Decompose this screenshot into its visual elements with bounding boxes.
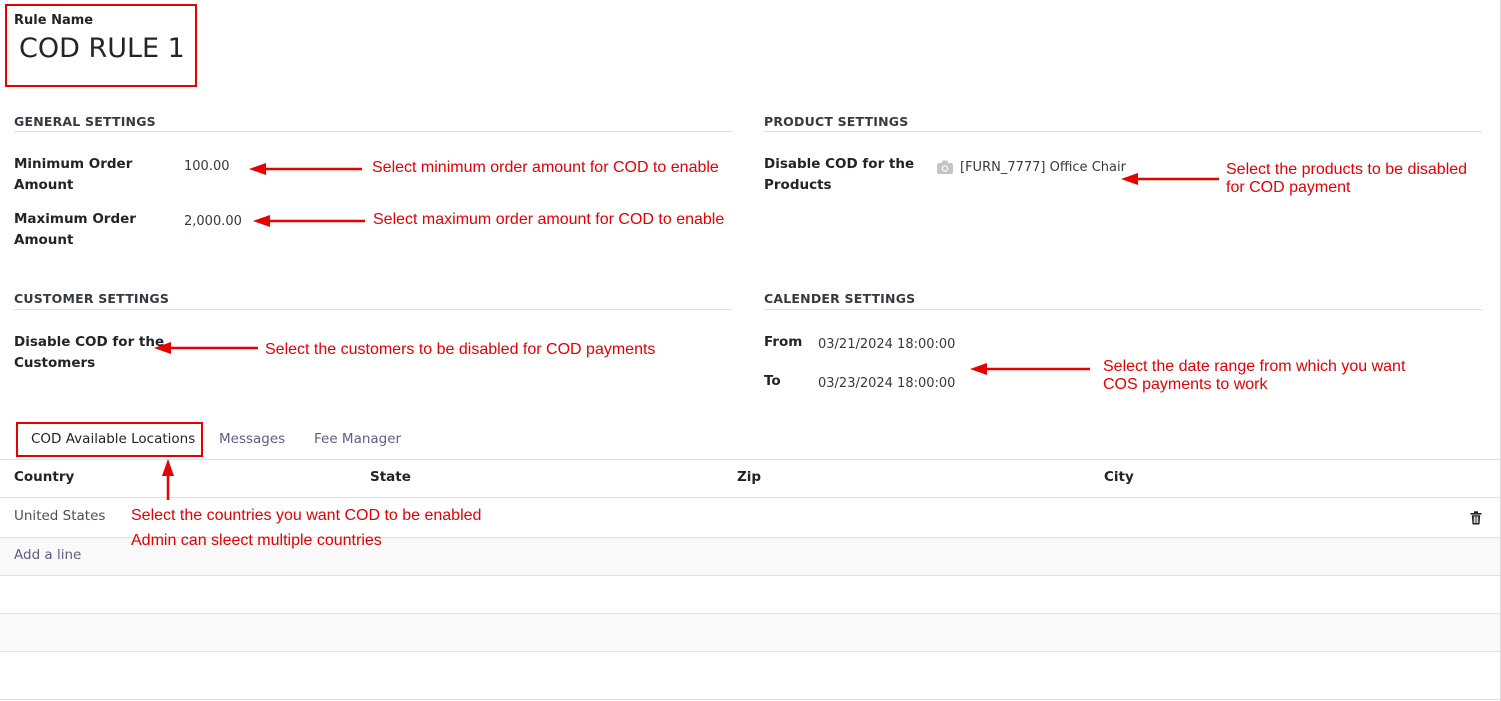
arrow-max-order-head (253, 215, 270, 227)
arrow-customers-head (154, 342, 171, 354)
arrow-products-head (1121, 173, 1138, 185)
annotation-arrows (154, 163, 1219, 500)
arrow-date-range-head (970, 363, 987, 375)
arrow-tab-head (162, 459, 174, 476)
arrow-min-order-head (249, 163, 266, 175)
